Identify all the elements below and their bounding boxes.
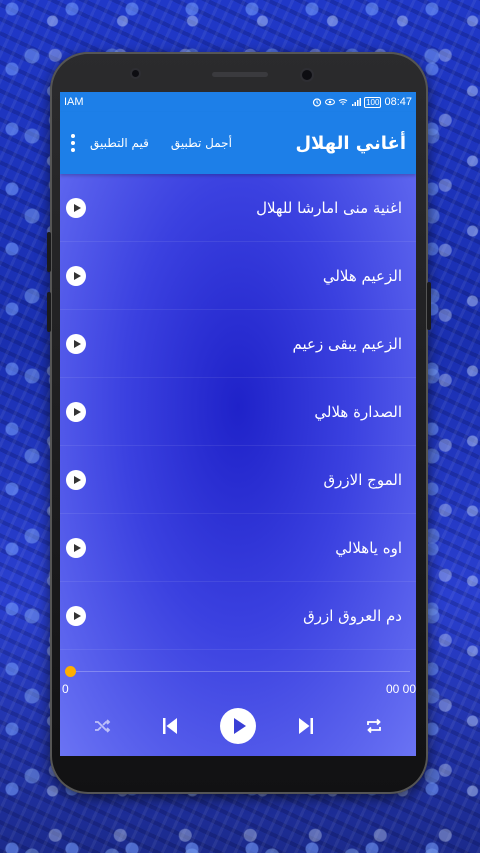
current-time: 0 — [62, 682, 69, 696]
song-title: الزعيم هلالي — [322, 266, 402, 285]
alarm-icon — [313, 98, 322, 107]
wifi-icon — [338, 99, 348, 105]
skip-next-icon[interactable] — [286, 706, 326, 746]
eye-icon — [325, 98, 336, 106]
volume-button-2 — [47, 292, 51, 332]
play-icon[interactable] — [66, 537, 86, 558]
transport-controls — [60, 706, 416, 746]
play-icon[interactable] — [220, 708, 256, 744]
seek-thumb[interactable] — [65, 666, 76, 677]
song-title: دم العروق ازرق — [303, 606, 402, 625]
skip-previous-icon[interactable] — [150, 706, 190, 746]
song-item[interactable]: الموج الازرق — [60, 446, 416, 514]
volume-button — [47, 232, 51, 272]
song-item[interactable]: اغنية منى امارشا للهلال — [60, 174, 416, 242]
song-item[interactable]: اوه ياهلالي — [60, 514, 416, 582]
song-title: اوه ياهلالي — [335, 538, 402, 557]
more-vert-icon[interactable] — [66, 128, 80, 158]
front-camera — [302, 70, 312, 80]
carrier-label: IAM — [64, 96, 84, 108]
sensor — [132, 70, 139, 77]
app-screen: IAM 100 08:47 قيم التطبيق أجمل تطبيق أغا… — [60, 92, 416, 756]
song-item[interactable]: الزعيم يبقى زعيم — [60, 310, 416, 378]
song-item[interactable]: دم العروق ازرق — [60, 582, 416, 650]
song-title: الزعيم يبقى زعيم — [292, 334, 402, 353]
earpiece-speaker — [212, 72, 268, 77]
rate-app-button[interactable]: قيم التطبيق — [90, 136, 149, 150]
player-controls: 0 00 00 — [60, 662, 416, 756]
battery-icon: 100 — [364, 96, 382, 108]
play-button[interactable] — [218, 706, 258, 746]
signal-icon — [352, 98, 362, 106]
play-icon[interactable] — [66, 469, 86, 490]
status-bar: IAM 100 08:47 — [60, 92, 416, 112]
play-icon[interactable] — [66, 605, 86, 626]
song-item[interactable]: الزعيم هلالي — [60, 242, 416, 310]
seek-bar[interactable] — [68, 671, 410, 672]
duration: 00 00 — [385, 682, 416, 696]
song-item[interactable]: الصدارة هلالي — [60, 378, 416, 446]
play-icon[interactable] — [66, 197, 86, 218]
repeat-icon[interactable] — [354, 706, 394, 746]
power-button — [427, 282, 431, 330]
clock: 08:47 — [384, 96, 412, 108]
play-icon[interactable] — [66, 333, 86, 354]
best-app-button[interactable]: أجمل تطبيق — [171, 136, 232, 150]
shuffle-icon[interactable] — [82, 706, 122, 746]
song-list-area: اغنية منى امارشا للهلال الزعيم هلالي الز… — [60, 174, 416, 756]
phone-frame: IAM 100 08:47 قيم التطبيق أجمل تطبيق أغا… — [47, 52, 431, 794]
song-title: اغنية منى امارشا للهلال — [256, 198, 402, 217]
play-icon[interactable] — [66, 265, 86, 286]
app-title: أغاني الهلال — [295, 132, 406, 154]
song-title: الموج الازرق — [323, 470, 402, 489]
play-icon[interactable] — [66, 401, 86, 422]
app-toolbar: قيم التطبيق أجمل تطبيق أغاني الهلال — [60, 112, 416, 174]
status-icons: 100 08:47 — [312, 96, 412, 108]
song-title: الصدارة هلالي — [314, 402, 402, 421]
song-list: اغنية منى امارشا للهلال الزعيم هلالي الز… — [60, 174, 416, 650]
